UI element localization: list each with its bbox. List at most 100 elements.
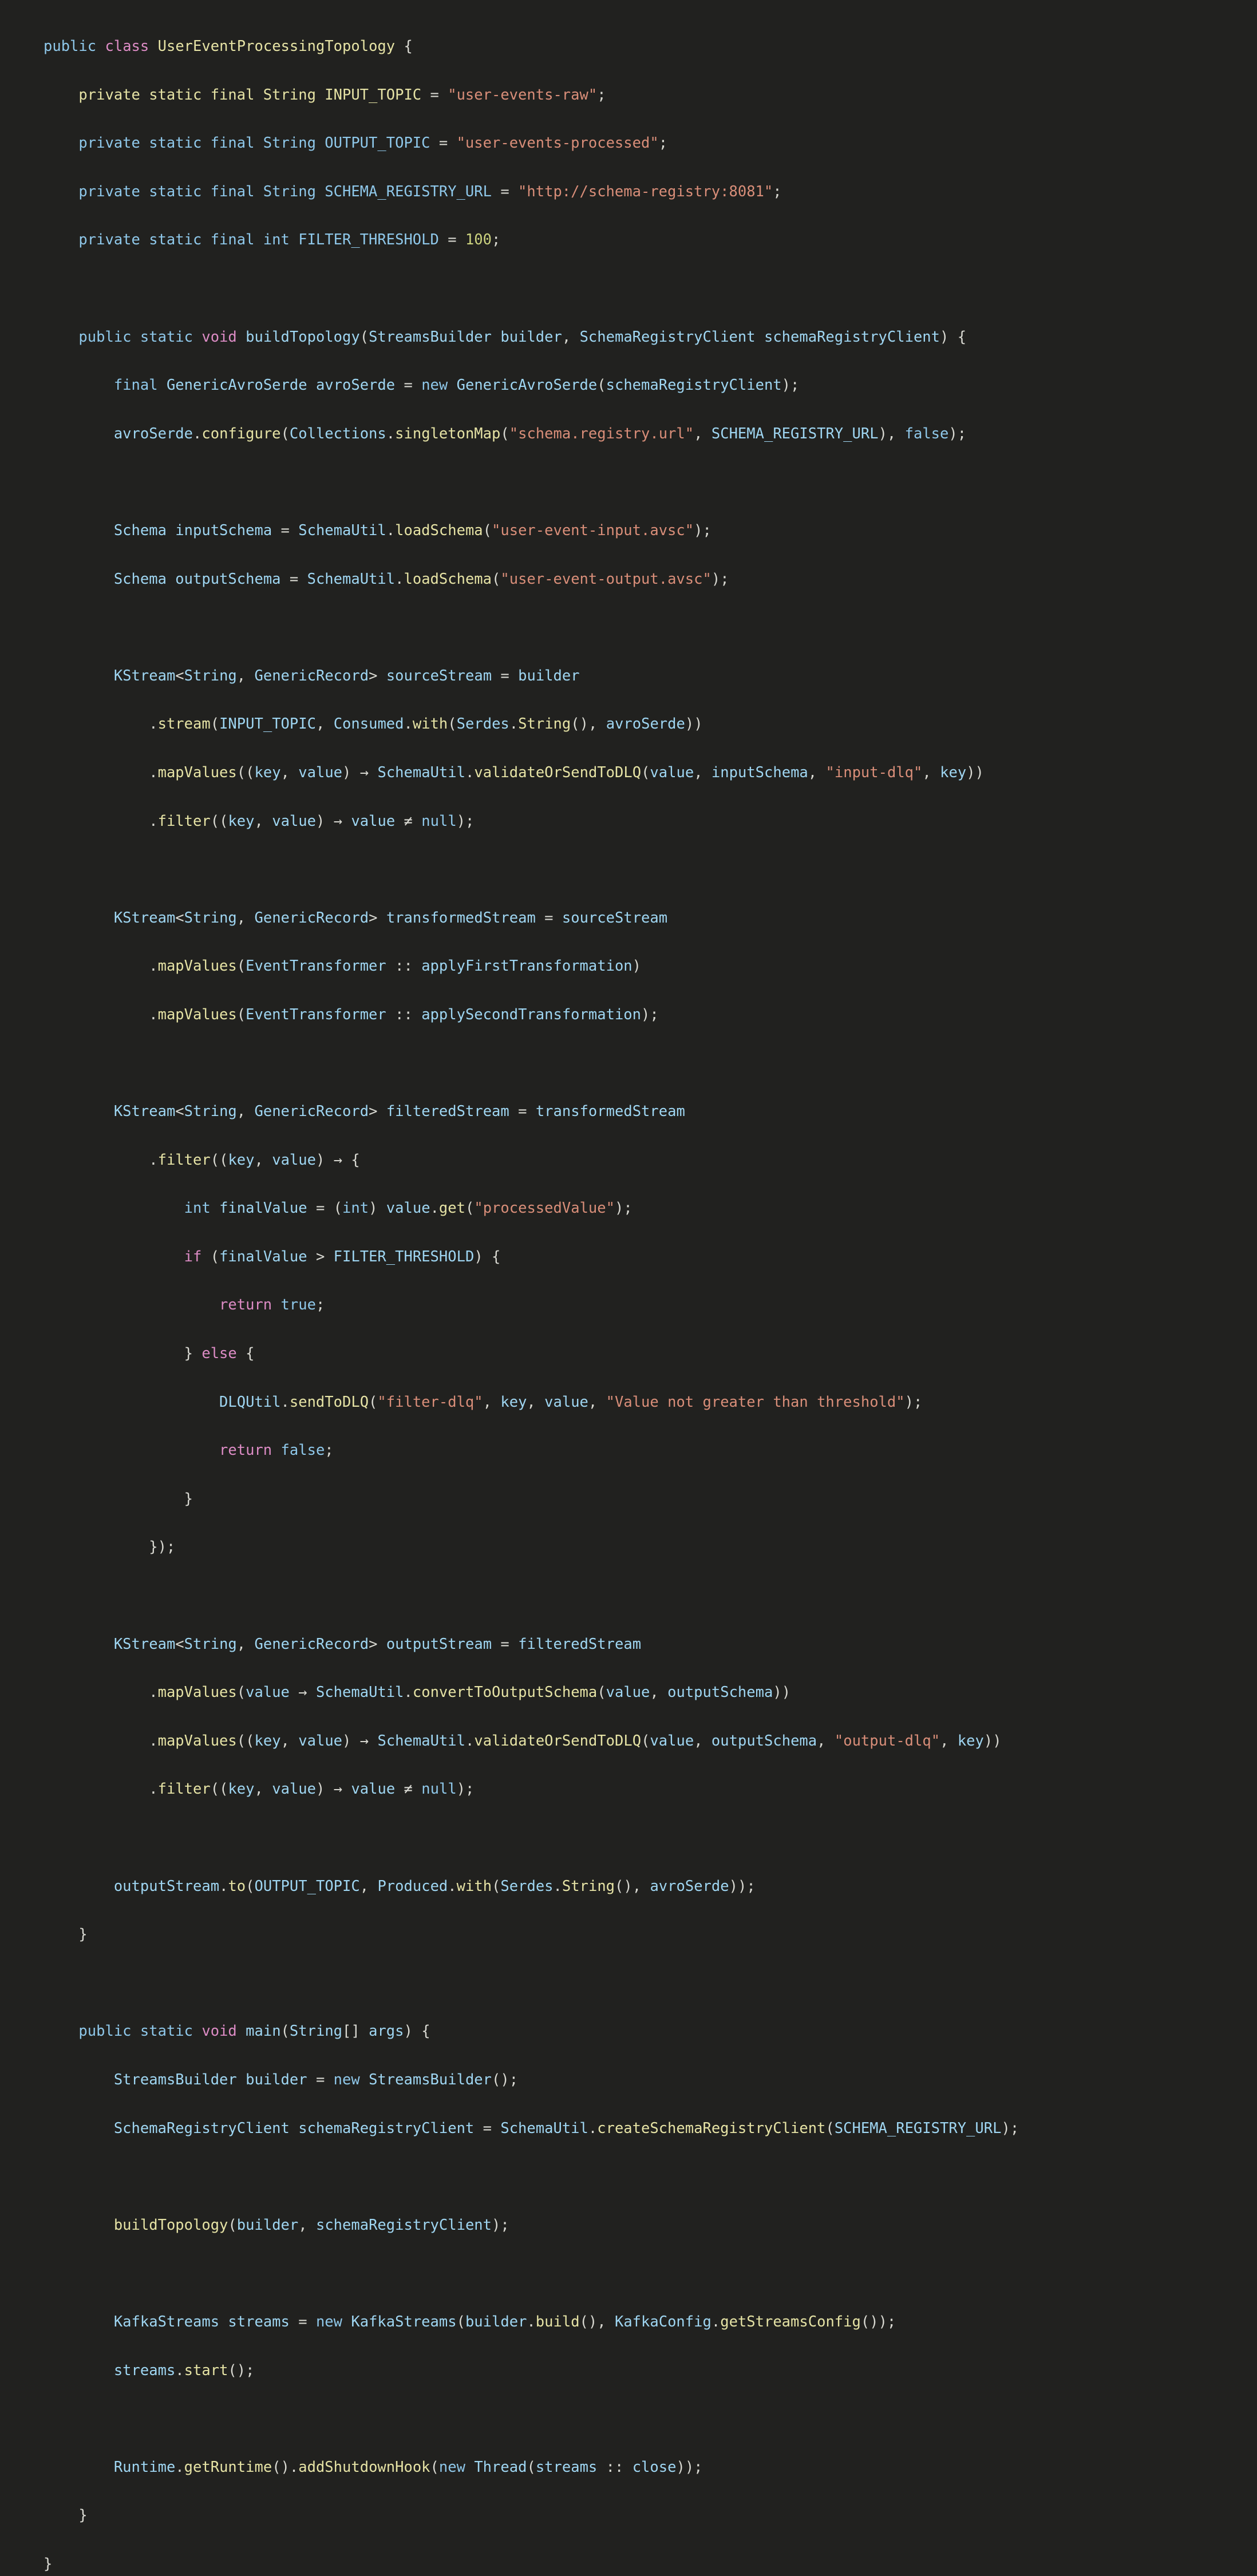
- code-token: value: [650, 1732, 694, 1750]
- code-token: {: [236, 1345, 255, 1363]
- code-token: loadSchema: [404, 570, 492, 588]
- code-line: ​: [44, 1584, 1234, 1608]
- code-token: (),: [615, 1877, 650, 1895]
- code-token: new: [421, 377, 448, 394]
- code-token: value: [298, 763, 343, 781]
- code-token: sourceStream: [562, 909, 668, 927]
- code-token: ,: [817, 1732, 835, 1750]
- code-token: ;: [773, 183, 782, 200]
- code-token: SchemaRegistryClient schemaRegistryClien…: [113, 2119, 475, 2137]
- code-token: builder: [518, 667, 580, 684]
- code-token: key: [957, 1732, 984, 1750]
- code-token: key: [228, 1151, 255, 1169]
- code-token: ): [315, 1780, 334, 1798]
- code-token: getStreamsConfig: [720, 2313, 861, 2330]
- code-token: schemaRegistryClient: [315, 2216, 492, 2234]
- code-token: >: [307, 1248, 334, 1265]
- code-line: .filter((key, value) → {: [44, 1148, 1234, 1172]
- code-token: .: [193, 425, 202, 442]
- code-token: (: [527, 2458, 536, 2476]
- code-token: ((: [210, 1151, 228, 1169]
- code-token: mapValues: [157, 763, 237, 781]
- code-token: outputStream: [386, 1635, 492, 1653]
- code-token: (: [597, 377, 606, 394]
- code-line: }: [44, 2552, 1234, 2576]
- code-token: ;: [315, 1296, 325, 1314]
- code-token: else: [201, 1345, 237, 1363]
- code-token: (: [280, 425, 290, 442]
- code-token: build: [535, 2313, 580, 2330]
- code-token: (: [369, 1393, 378, 1411]
- code-line: return true;: [44, 1293, 1234, 1317]
- code-line: .mapValues((key, value) → SchemaUtil.val…: [44, 1729, 1234, 1753]
- code-token: value: [606, 1684, 650, 1701]
- code-line: KafkaStreams streams = new KafkaStreams(…: [44, 2310, 1234, 2334]
- code-line: .mapValues(value → SchemaUtil.convertToO…: [44, 1680, 1234, 1704]
- code-line: KStream<String, GenericRecord> transform…: [44, 906, 1234, 930]
- code-token: .: [386, 521, 396, 539]
- code-token: Serdes: [500, 1877, 554, 1895]
- code-token: public static: [78, 2023, 202, 2040]
- code-line: ​: [44, 1826, 1234, 1850]
- code-token: close: [632, 2458, 677, 2476]
- code-token: Collections: [289, 425, 386, 442]
- code-token: GenericAvroSerde avroSerde: [166, 377, 396, 394]
- code-token: KafkaStreams: [351, 2313, 457, 2330]
- code-token: (: [641, 1732, 650, 1750]
- code-token: ) {: [404, 2023, 430, 2040]
- code-token: String: [184, 909, 237, 927]
- code-token: schemaRegistryClient: [606, 377, 782, 394]
- code-token: ,: [359, 1877, 378, 1895]
- code-token: validateOrSendToDLQ: [474, 763, 642, 781]
- code-token: );: [781, 377, 800, 394]
- code-token: mapValues: [157, 1684, 237, 1701]
- code-token: INPUT_TOPIC: [219, 715, 316, 733]
- code-token: .: [44, 1684, 158, 1701]
- code-token: ) {: [474, 1248, 501, 1265]
- code-token: "schema.registry.url": [509, 425, 694, 442]
- code-token: SchemaUtil: [307, 570, 396, 588]
- code-token: Serdes: [456, 715, 509, 733]
- code-line: outputStream.to(OUTPUT_TOPIC, Produced.w…: [44, 1874, 1234, 1898]
- code-token: private static final String SCHEMA_REGIS…: [44, 183, 492, 200]
- code-token: ,: [298, 2216, 316, 2234]
- code-token: if: [184, 1248, 202, 1265]
- code-line: }: [44, 2503, 1234, 2527]
- code-token: .: [509, 715, 519, 733]
- code-token: GenericRecord: [254, 909, 369, 927]
- code-token: getRuntime: [184, 2458, 272, 2476]
- code-token: transformedStream: [386, 909, 536, 927]
- code-token: validateOrSendToDLQ: [474, 1732, 642, 1750]
- code-token: createSchemaRegistryClient: [597, 2119, 826, 2137]
- code-token: });: [44, 1538, 176, 1556]
- code-line: ​: [44, 2165, 1234, 2189]
- code-token: value: [386, 1200, 430, 1217]
- code-token: ,: [315, 715, 334, 733]
- code-token: .: [280, 1393, 290, 1411]
- code-token: ),: [878, 425, 905, 442]
- code-token: ::: [386, 1006, 422, 1023]
- code-token: ));: [729, 1877, 756, 1895]
- code-token: filteredStream: [518, 1635, 642, 1653]
- code-token: ,: [236, 667, 255, 684]
- code-token: ));: [676, 2458, 703, 2476]
- code-token: (: [492, 1877, 501, 1895]
- code-token: >: [369, 1103, 386, 1121]
- code-token: start: [184, 2361, 228, 2379]
- source-code-block[interactable]: public class UserEventProcessingTopology…: [0, 34, 1257, 2576]
- code-token: avroSerde: [606, 715, 685, 733]
- code-token: =: [492, 1635, 519, 1653]
- code-token: ();: [492, 2071, 519, 2088]
- code-token: =: [492, 667, 519, 684]
- code-token: addShutdownHook: [298, 2458, 430, 2476]
